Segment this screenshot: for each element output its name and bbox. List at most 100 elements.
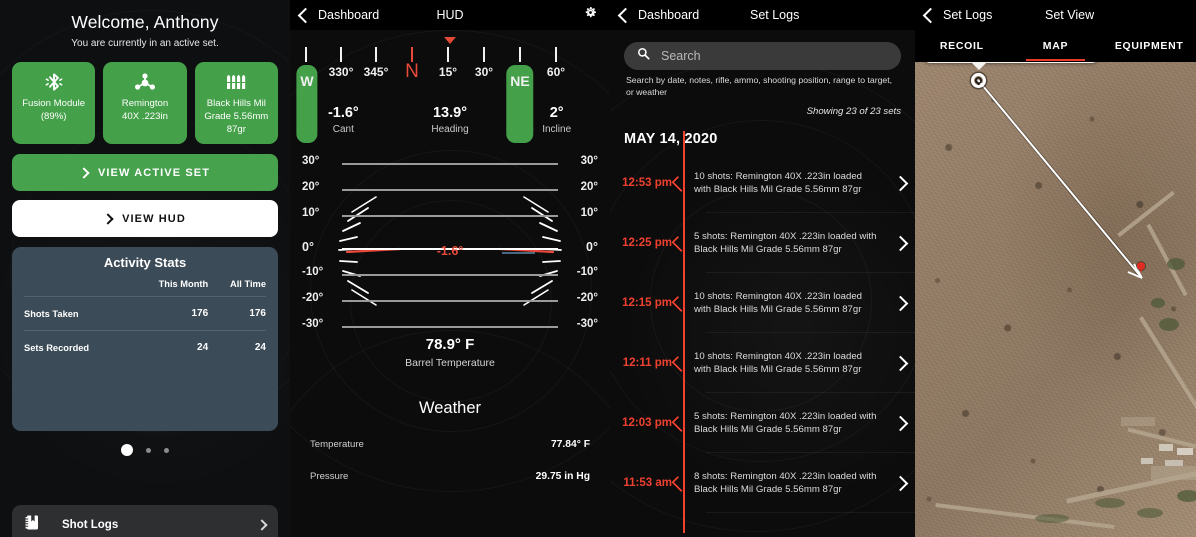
list-item[interactable]: 12:03 pm 5 shots: Remington 40X .223in l… (610, 393, 915, 453)
page-title: Set Logs (750, 8, 800, 22)
date-header: MAY 14, 2020 (624, 131, 718, 147)
level-label-right: 30° (580, 155, 598, 167)
view-hud-label: VIEW HUD (122, 212, 186, 225)
satellite-map[interactable]: Shot 10 impact point Based on the range … (915, 62, 1196, 537)
level-label-right: -30° (576, 318, 598, 330)
back-label: Dashboard (638, 8, 700, 22)
shooter-position-icon[interactable] (971, 73, 986, 88)
search-hint-text: Search by date, notes, rifle, ammo, shoo… (626, 75, 893, 97)
page-dot-3[interactable] (164, 447, 169, 453)
cant-dial-ticks (338, 196, 562, 306)
card-sublabel: (89%) (40, 111, 67, 122)
compass-tick-330: 330° (328, 65, 354, 79)
card-fusion-module[interactable]: Fusion Module (89%) (12, 62, 96, 144)
search-placeholder: Search (661, 49, 701, 63)
search-input[interactable]: Search (624, 42, 901, 70)
list-item[interactable]: 11:53 am 8 shots: Remington 40X .223in l… (610, 453, 915, 513)
list-item[interactable]: 12:11 pm 10 shots: Remington 40X .223in … (610, 333, 915, 393)
log-time: 12:15 pm (622, 297, 672, 309)
tab-recoil[interactable]: RECOIL (915, 40, 1009, 52)
chevron-right-icon[interactable] (885, 175, 915, 191)
page-dot-1[interactable] (121, 444, 133, 456)
card-label: Fusion Module (22, 98, 86, 109)
col-head-all-time: All Time (230, 279, 266, 289)
map-building (1141, 458, 1153, 464)
cant-value-label: -1.6° (436, 244, 464, 258)
chevron-right-icon[interactable] (885, 415, 915, 431)
list-divider (706, 512, 915, 513)
page-dot-2[interactable] (146, 447, 151, 453)
page-title: Set View (1045, 8, 1095, 22)
compass-tick-ne: NE (506, 65, 534, 143)
tab-map[interactable]: MAP (1009, 40, 1103, 61)
level-gridline-10: 10° 10° (290, 207, 610, 219)
view-active-set-label: VIEW ACTIVE SET (97, 166, 211, 179)
list-item[interactable]: 12:15 pm 10 shots: Remington 40X .223in … (610, 273, 915, 333)
table-row: Shots Taken 176 176 (24, 296, 266, 331)
card-ammo[interactable]: Black Hills Mil Grade 5.56mm 87gr (194, 62, 278, 144)
tab-label: EQUIPMENT (1114, 40, 1184, 52)
cartridges-icon (225, 70, 247, 93)
card-rifle[interactable]: Remington 40X .223in (103, 62, 187, 144)
barrel-temp-value: 78.9° F (425, 336, 475, 353)
view-active-set-button[interactable]: VIEW ACTIVE SET (12, 154, 278, 191)
level-gridline-minus20: -20° -20° (290, 292, 610, 304)
list-item[interactable]: 12:25 pm 5 shots: Remington 40X .223in l… (610, 213, 915, 273)
logbook-icon (24, 514, 40, 536)
hud-body: W 330° 345° N 15° 30° NE 60° -1.6° Cant … (290, 37, 610, 482)
chevron-right-icon[interactable] (885, 355, 915, 371)
col-head-this-month: This Month (158, 279, 209, 289)
barrel-temp-label: Barrel Temperature (405, 357, 495, 369)
map-vegetation (1159, 318, 1179, 331)
readout-label: Heading (431, 124, 469, 135)
level-label-left: -10° (302, 266, 324, 278)
back-to-dashboard-button[interactable]: Dashboard (610, 7, 700, 23)
map-vegetation (1035, 514, 1069, 523)
card-sublabel2: 87gr (226, 124, 246, 135)
tab-equipment[interactable]: EQUIPMENT (1102, 40, 1196, 52)
chevron-left-icon (617, 7, 634, 23)
chevron-right-icon[interactable] (885, 475, 915, 491)
gear-icon[interactable] (583, 5, 598, 25)
table-header-row: This Month All Time (24, 279, 266, 297)
level-label-right: 0° (586, 240, 598, 254)
chevron-left-icon (297, 7, 314, 23)
chevron-right-icon[interactable] (885, 235, 915, 251)
log-description: 10 shots: Remington 40X .223in loaded wi… (694, 290, 863, 316)
back-label: Set Logs (943, 8, 993, 22)
impact-pin-icon[interactable] (1137, 262, 1145, 274)
log-time: 12:53 pm (622, 177, 672, 189)
chevron-left-icon (922, 7, 939, 23)
compass-tick-30: 30° (474, 65, 494, 79)
tab-label: RECOIL (939, 40, 984, 52)
map-road (1121, 417, 1155, 426)
map-road (1151, 466, 1196, 480)
col-head-blank (24, 279, 129, 297)
level-label-right: -10° (576, 266, 598, 278)
log-time: 12:11 pm (622, 357, 672, 369)
set-logs-screen: Dashboard Set Logs Search Search by date… (610, 0, 915, 537)
level-gridline-30: 30° 30° (290, 155, 610, 167)
activity-stats-title: Activity Stats (103, 255, 187, 270)
active-set-subtitle: You are currently in an active set. (71, 38, 219, 49)
weather-value: 77.84° F (550, 439, 590, 450)
back-to-set-logs-button[interactable]: Set Logs (915, 7, 993, 23)
shot-logs-button[interactable]: Shot Logs (12, 505, 278, 537)
view-hud-button[interactable]: VIEW HUD (12, 200, 278, 237)
map-building (1177, 448, 1193, 455)
list-item[interactable]: 12:53 pm 10 shots: Remington 40X .223in … (610, 153, 915, 213)
log-description: 8 shots: Remington 40X .223in loaded wit… (694, 470, 877, 496)
level-label-left: 30° (302, 155, 320, 167)
map-vegetation (1151, 298, 1165, 308)
activity-stats-table: This Month All Time Shots Taken 176 176 … (24, 279, 266, 364)
back-to-dashboard-button[interactable]: Dashboard (290, 7, 379, 23)
readout-heading: 13.9° Heading (397, 105, 504, 135)
map-vegetation (1177, 490, 1196, 502)
hud-screen: Dashboard HUD W 330° 345° N 15° 30° NE 6… (290, 0, 610, 537)
row-this-month: 24 (128, 330, 209, 364)
weather-heading: Weather (418, 399, 482, 417)
set-logs-navbar: Dashboard Set Logs (610, 0, 915, 30)
weather-key: Pressure (310, 471, 349, 482)
page-indicator[interactable] (12, 444, 278, 456)
chevron-right-icon[interactable] (885, 295, 915, 311)
